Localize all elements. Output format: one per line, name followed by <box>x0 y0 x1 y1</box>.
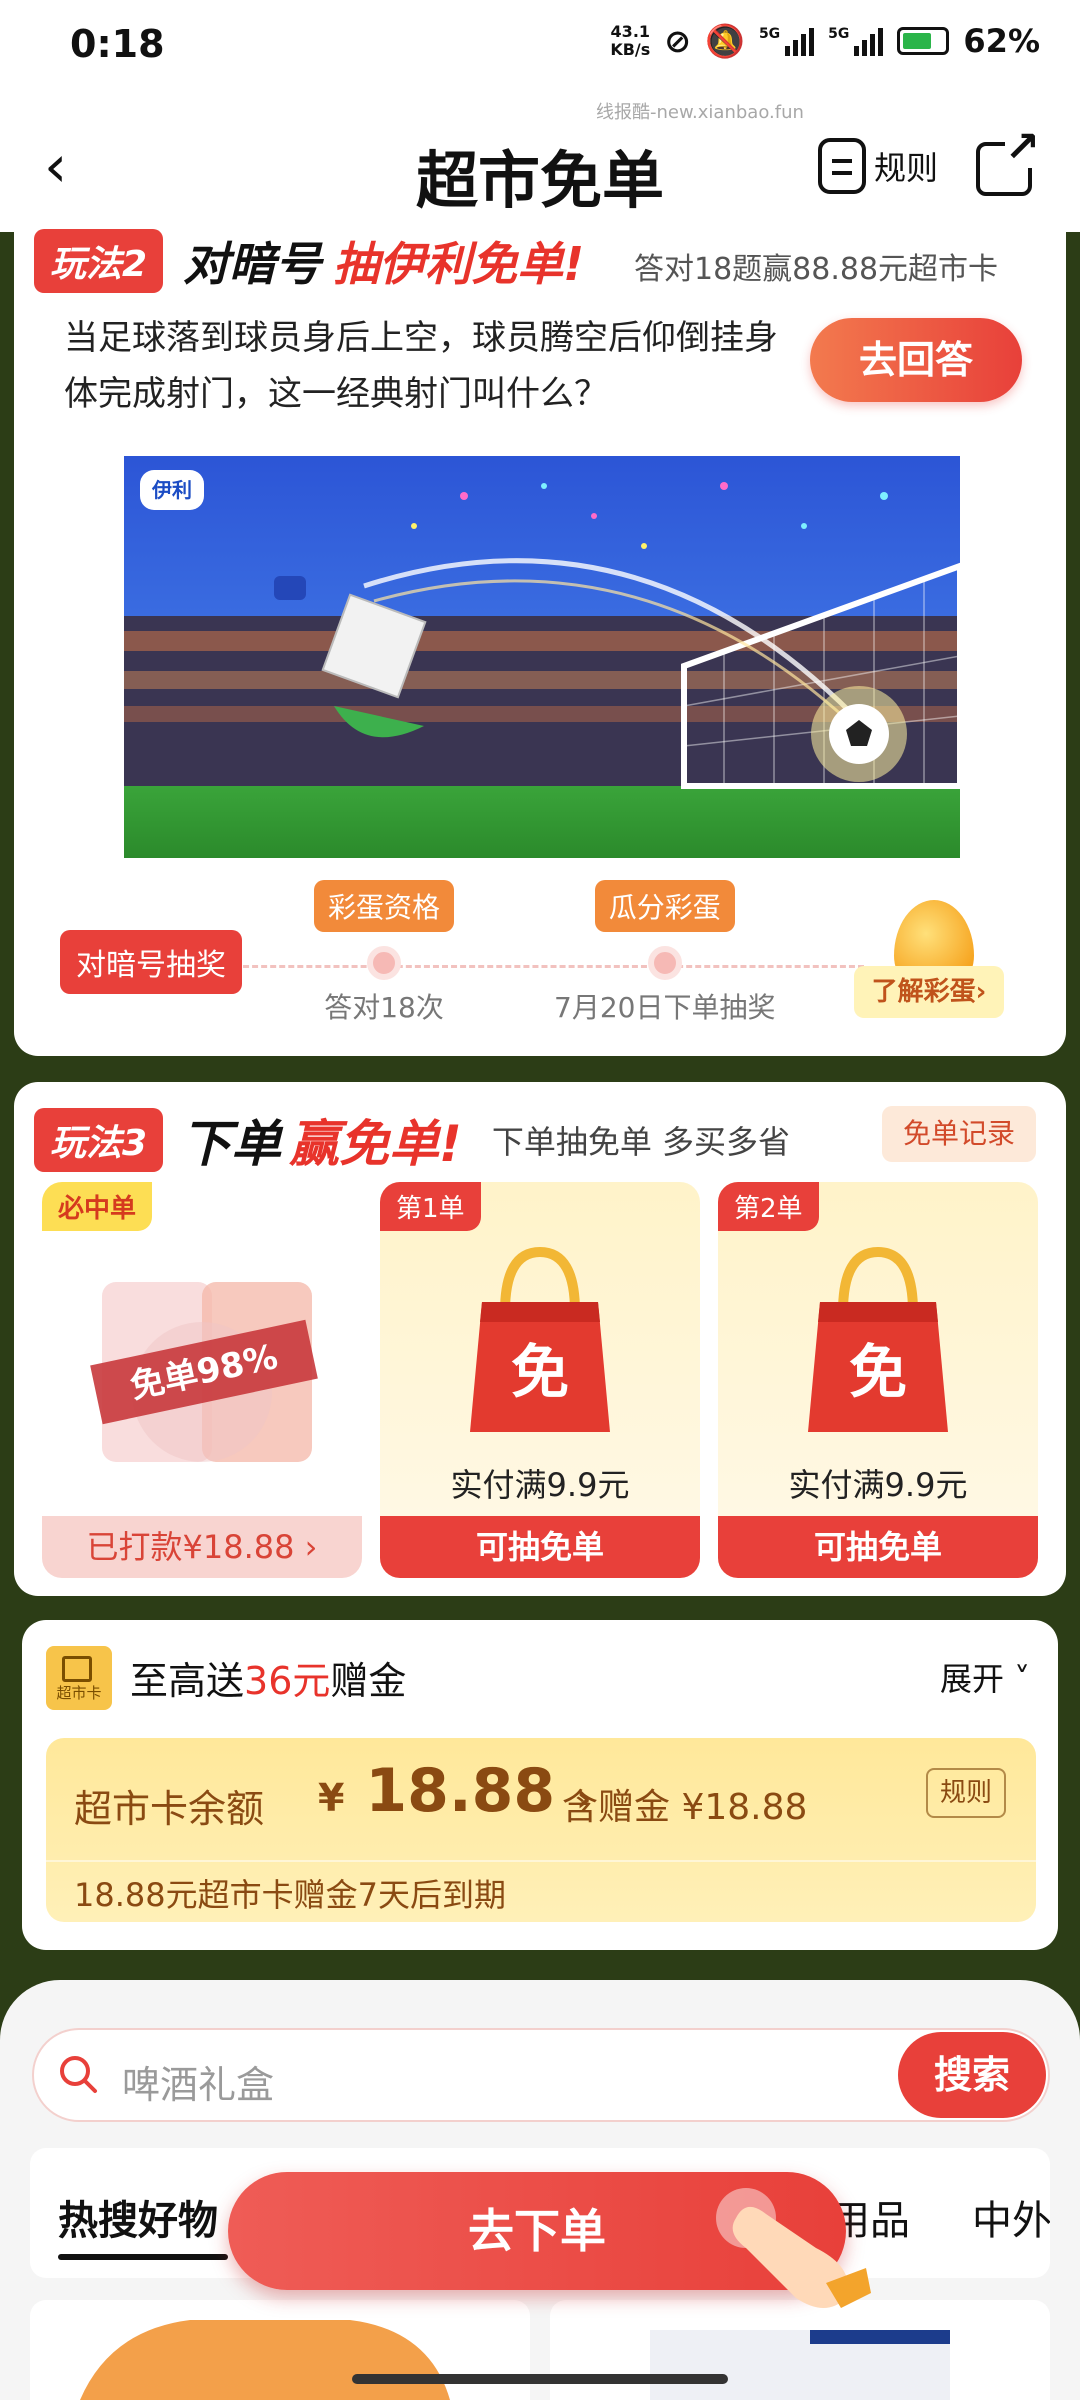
gift-title: 至高送36元赠金 <box>130 1659 407 1703</box>
milestone-dot <box>367 946 401 980</box>
tab-hot-search[interactable]: 热搜好物 <box>58 2188 218 2246</box>
balance-rules-button[interactable]: 规则 <box>926 1768 1006 1818</box>
battery-level: 62% <box>963 22 1040 60</box>
home-indicator[interactable] <box>352 2374 728 2384</box>
pointing-hand-icon <box>716 2188 871 2308</box>
status-time: 0:18 <box>70 22 165 66</box>
lottery-progress: 对暗号抽奖 彩蛋资格 答对18次 瓜分彩蛋 7月20日下单抽奖 了解彩蛋› <box>14 870 1066 1040</box>
goods-row <box>30 2300 1050 2400</box>
rules-icon <box>818 138 866 194</box>
link-icon: ⊘ <box>664 22 692 60</box>
divider <box>46 1860 1036 1862</box>
status-bar-right: 43.1 KB/s ⊘ 🔕 5G 5G 62% <box>610 22 1040 60</box>
balance-amount: ¥ 18.88 › <box>318 1756 592 1826</box>
play3-card: 玩法3 下单 赢免单! 下单抽免单 多买多省 免单记录 必中单 免单98% 已打… <box>14 1082 1066 1596</box>
supermarket-card-section: 超市卡 至高送36元赠金 展开 ˅ 超市卡余额 ¥ 18.88 › 含赠金 ¥1… <box>22 1620 1058 1950</box>
draw-free-button[interactable]: 可抽免单 <box>380 1516 700 1578</box>
network-speed: 43.1 KB/s <box>610 22 651 59</box>
svg-text:免: 免 <box>511 1338 569 1406</box>
play2-title-b: 抽伊利免单! <box>333 237 585 291</box>
play3-tag: 玩法3 <box>34 1108 164 1172</box>
play3-title-b: 赢免单! <box>289 1115 462 1173</box>
free-bag-icon: 免 <box>470 1246 610 1432</box>
search-button[interactable]: 搜索 <box>898 2032 1046 2118</box>
quiz-question: 当足球落到球员身后上空，球员腾空后仰倒挂身体完成射门，这一经典射门叫什么？ <box>64 318 778 414</box>
paid-amount-label[interactable]: 已打款¥18.88 › <box>42 1516 362 1578</box>
search-icon <box>60 2056 97 2093</box>
supermarket-card-icon: 超市卡 <box>46 1646 112 1710</box>
balance-label: 超市卡余额 <box>74 1787 265 1831</box>
battery-icon <box>897 27 950 55</box>
mute-icon: 🔕 <box>705 22 745 60</box>
rules-button[interactable]: 规则 <box>818 138 938 194</box>
play2-tag: 玩法2 <box>34 229 164 293</box>
rules-label: 规则 <box>874 149 939 187</box>
play3-subtitle: 下单抽免单 多买多省 <box>491 1123 791 1161</box>
free-bag-icon: 免 <box>808 1246 948 1432</box>
order-threshold: 实付满9.9元 <box>788 1466 968 1504</box>
expand-button[interactable]: 展开 ˅ <box>940 1654 1030 1700</box>
search-placeholder: 啤酒礼盒 <box>122 2063 275 2107</box>
order-tag: 必中单 <box>42 1182 153 1231</box>
play2-title-a: 对暗号 <box>183 237 322 291</box>
gift-amount: 含赠金 ¥18.88 <box>562 1787 808 1828</box>
draw-free-button[interactable]: 可抽免单 <box>718 1516 1038 1578</box>
play2-header: 玩法2 对暗号 抽伊利免单! <box>34 228 584 294</box>
svg-text:免: 免 <box>849 1338 907 1406</box>
balance-box[interactable]: 超市卡余额 ¥ 18.88 › 含赠金 ¥18.88 规则 18.88元超市卡赠… <box>46 1738 1036 1922</box>
learn-egg-button[interactable]: 了解彩蛋› <box>854 966 1004 1018</box>
tab-international[interactable]: 中外 <box>972 2188 1050 2246</box>
play2-card: 玩法2 对暗号 抽伊利免单! 答对18题赢88.88元超市卡 当足球落到球员身后… <box>14 210 1066 1056</box>
watermark: 线报酷-new.xianbao.fun <box>596 102 804 123</box>
svg-text:伊利: 伊利 <box>151 478 192 502</box>
guaranteed-order-card[interactable]: 必中单 免单98% 已打款¥18.88 › <box>42 1182 362 1578</box>
milestone-egg-split: 瓜分彩蛋 7月20日下单抽奖 <box>554 880 775 1026</box>
milestone-egg-qualify: 彩蛋资格 答对18次 <box>314 880 455 1026</box>
play3-title-a: 下单 <box>181 1115 282 1173</box>
lottery-tag: 对暗号抽奖 <box>60 930 242 994</box>
top-area: 0:18 43.1 KB/s ⊘ 🔕 5G 5G 62% 线报酷-new.xia… <box>0 0 1080 232</box>
order-2-card[interactable]: 第2单 免 实付满9.9元 可抽免单 <box>718 1182 1038 1578</box>
expire-note: 18.88元超市卡赠金7天后到期 <box>74 1876 506 1914</box>
order-tag: 第2单 <box>718 1182 819 1231</box>
free-order-record-button[interactable]: 免单记录 <box>882 1106 1036 1162</box>
play2-subtitle: 答对18题赢88.88元超市卡 <box>634 252 999 287</box>
play3-header: 玩法3 下单 赢免单! 下单抽免单 多买多省 <box>34 1104 790 1176</box>
search-input[interactable]: 啤酒礼盒 搜索 <box>32 2028 1050 2122</box>
answer-button[interactable]: 去回答 <box>810 318 1022 402</box>
order-threshold: 实付满9.9元 <box>450 1466 630 1504</box>
signal-5g-1-icon: 5G <box>759 26 815 56</box>
signal-5g-2-icon: 5G <box>828 26 884 56</box>
milestone-dot <box>647 946 682 980</box>
football-banner-image: 伊利 <box>124 456 960 858</box>
share-button[interactable] <box>976 126 1040 196</box>
order-tag: 第1单 <box>380 1182 481 1231</box>
active-tab-underline <box>58 2254 228 2260</box>
order-1-card[interactable]: 第1单 免 实付满9.9元 可抽免单 <box>380 1182 700 1578</box>
goods-item[interactable] <box>30 2300 530 2400</box>
